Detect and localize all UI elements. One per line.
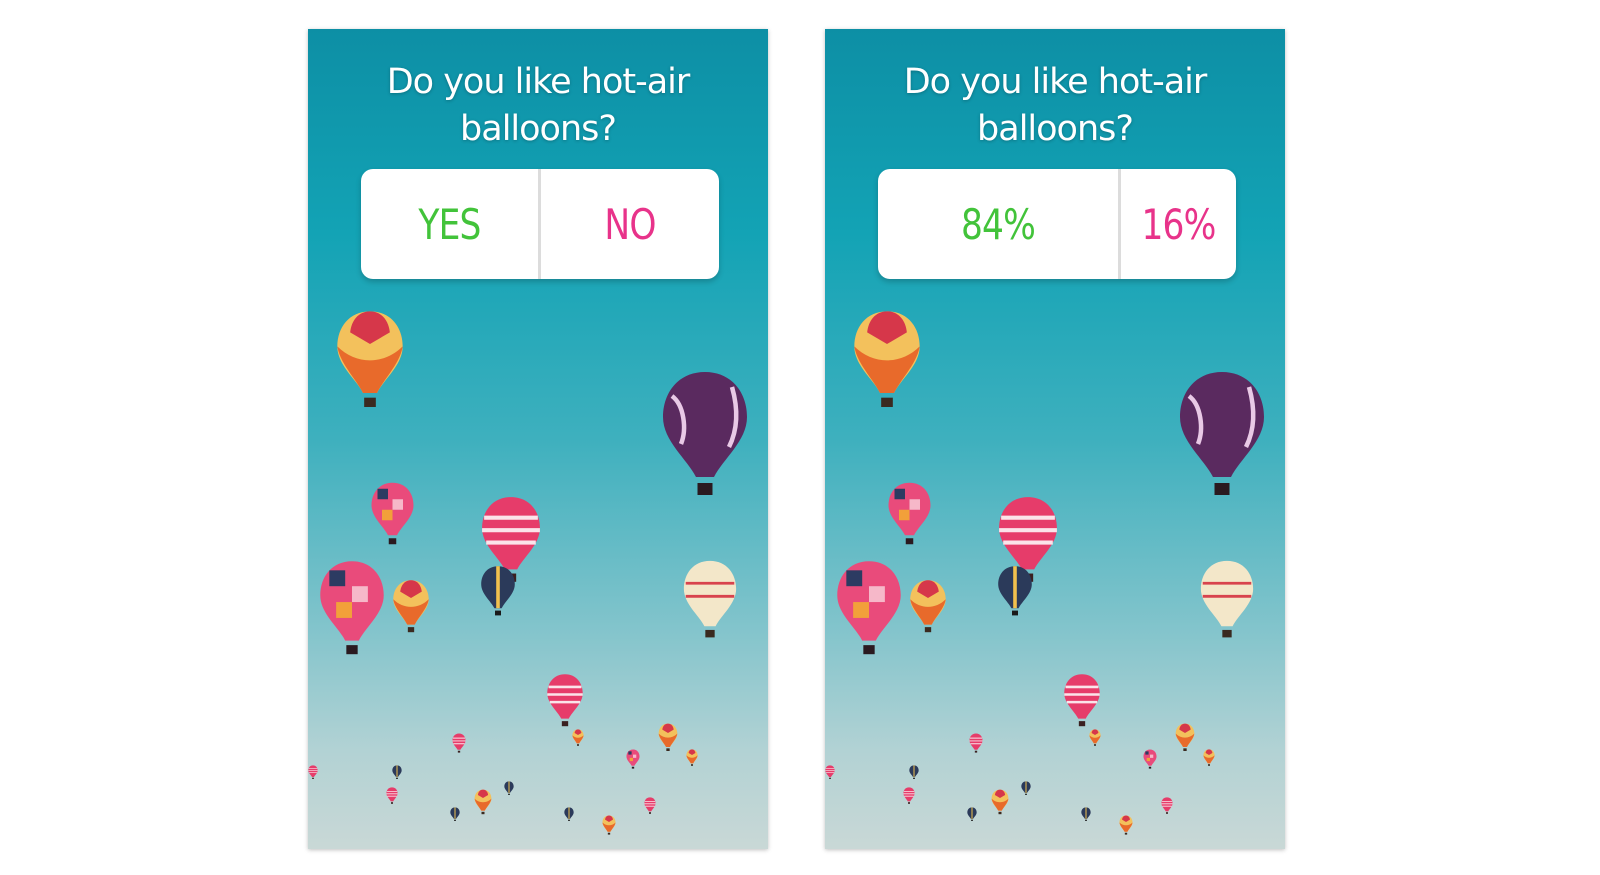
poll-no-button[interactable]: NO bbox=[557, 169, 703, 279]
poll-yes-result: 84% bbox=[960, 199, 1036, 249]
poll-results-sticker: 84% 16% bbox=[878, 169, 1236, 279]
poll-divider bbox=[538, 169, 541, 279]
poll-divider bbox=[1118, 169, 1121, 279]
poll-question: Do you like hot-air balloons? bbox=[386, 62, 691, 149]
poll-story-results: Do you like hot-air balloons? 84% 16% bbox=[825, 29, 1285, 849]
poll-story-question: Do you like hot-air balloons? YES NO bbox=[308, 29, 768, 849]
poll-no-result: 16% bbox=[1141, 199, 1216, 249]
poll-question: Do you like hot-air balloons? bbox=[903, 62, 1208, 149]
poll-yes-button[interactable]: YES bbox=[377, 169, 522, 279]
poll-sticker[interactable]: YES NO bbox=[361, 169, 719, 279]
